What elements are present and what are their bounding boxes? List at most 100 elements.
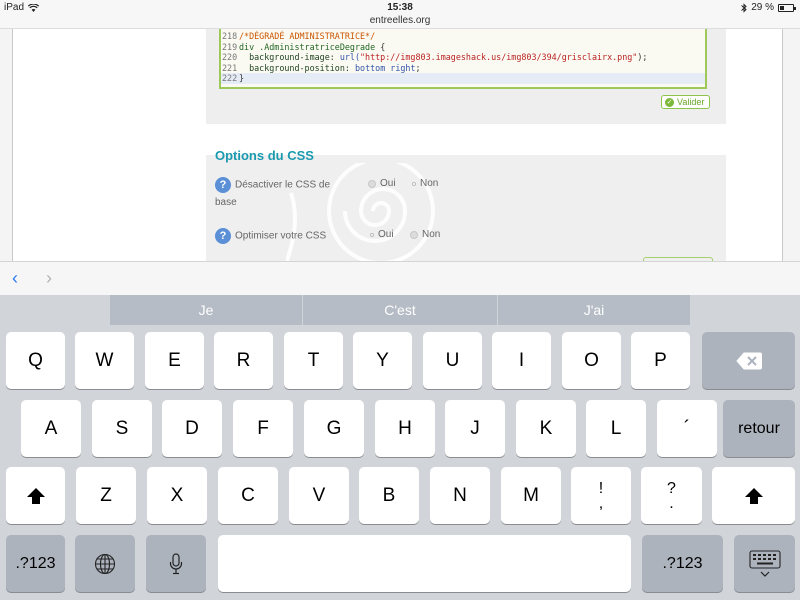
- option-label: Optimiser votre CSS: [235, 230, 327, 242]
- valider-button[interactable]: ✓ Valider: [661, 95, 711, 109]
- key-row3-5[interactable]: N: [430, 467, 490, 524]
- radio-non-1[interactable]: Non: [412, 178, 438, 189]
- key-row1-3[interactable]: R: [214, 332, 273, 389]
- radio-non-2[interactable]: Non: [410, 229, 440, 240]
- key-row2-5[interactable]: H: [375, 400, 435, 457]
- css-options-panel: [206, 155, 726, 261]
- radio-label: Non: [420, 178, 439, 189]
- key-row1-9[interactable]: P: [631, 332, 690, 389]
- radio-label: Oui: [378, 229, 394, 240]
- suggestion-1[interactable]: Je: [110, 295, 302, 325]
- web-content: 218/*DÉGRADÉ ADMINISTRATRICE*/219 div .Ad…: [0, 29, 800, 261]
- key-row2-9[interactable]: ´: [657, 400, 717, 457]
- left-column: [13, 29, 193, 261]
- key-top-glyph: !: [598, 479, 604, 497]
- dictation-key[interactable]: [146, 535, 206, 592]
- key-row3-3[interactable]: V: [289, 467, 349, 524]
- key-row1-6[interactable]: U: [423, 332, 482, 389]
- key-row2-1[interactable]: S: [92, 400, 152, 457]
- valider-label: Valider: [677, 97, 705, 107]
- key-row1-7[interactable]: I: [492, 332, 551, 389]
- help-icon[interactable]: ?: [215, 177, 231, 193]
- suggestion-2[interactable]: C'est: [303, 295, 497, 325]
- keyboard: Je C'est J'ai .?123 .?123 retour ! , ? .…: [0, 295, 800, 600]
- globe-key[interactable]: [75, 535, 135, 592]
- key-row1-2[interactable]: E: [145, 332, 204, 389]
- key-top-glyph: ?: [667, 479, 676, 497]
- status-right: 29 %: [741, 2, 796, 13]
- battery-icon: [778, 3, 796, 12]
- option-label-line2: base: [215, 197, 237, 208]
- space-bar[interactable]: [218, 535, 631, 592]
- key-row2-2[interactable]: D: [162, 400, 222, 457]
- shift-key-left[interactable]: [6, 467, 65, 524]
- css-code-editor[interactable]: 218/*DÉGRADÉ ADMINISTRATRICE*/219 div .Ad…: [219, 29, 707, 89]
- code-line: 222}: [221, 73, 705, 84]
- status-bar: iPad 15:38 29 %: [0, 0, 800, 16]
- url-bar[interactable]: entreelles.org: [0, 15, 800, 29]
- shift-icon: [26, 487, 45, 504]
- key-row3-4[interactable]: B: [359, 467, 419, 524]
- form-nav-bar: ‹ ›: [0, 261, 800, 295]
- code-token: }: [239, 73, 245, 83]
- battery-percent: 29 %: [751, 2, 774, 13]
- key-row1-1[interactable]: W: [75, 332, 134, 389]
- line-number: 219: [222, 41, 238, 52]
- option-label: Désactiver le CSS de: [235, 179, 331, 191]
- delete-key[interactable]: [702, 332, 795, 389]
- radio-circle-selected: [412, 181, 416, 186]
- option-optimize-css: ? Optimiser votre CSS: [215, 228, 326, 244]
- option-label-continued: base: [215, 197, 237, 208]
- key-bottom-glyph: ,: [598, 494, 604, 512]
- code-line: 218/*DÉGRADÉ ADMINISTRATRICE*/: [221, 31, 705, 42]
- numbers-key-left[interactable]: .?123: [6, 535, 65, 592]
- hide-keyboard-key[interactable]: [734, 535, 795, 592]
- numbers-key-right[interactable]: .?123: [642, 535, 723, 592]
- key-row2-6[interactable]: J: [445, 400, 505, 457]
- clock: 15:38: [387, 2, 413, 13]
- key-row1-5[interactable]: Y: [353, 332, 412, 389]
- keyboard-dismiss-icon: [748, 549, 781, 577]
- key-row2-7[interactable]: K: [516, 400, 576, 457]
- suggestion-bar: Je C'est J'ai: [0, 295, 800, 325]
- right-divider: [782, 29, 783, 261]
- right-column: [735, 29, 782, 261]
- key-row3-1[interactable]: X: [147, 467, 207, 524]
- code-line: 219 div .AdministratriceDegrade {: [221, 42, 705, 53]
- code-token: bottom right: [354, 62, 416, 73]
- help-icon[interactable]: ?: [215, 228, 231, 244]
- radio-oui-2[interactable]: Oui: [370, 229, 394, 240]
- radio-circle: [368, 179, 376, 188]
- code-token: "http://img803.imageshack.us/img803/394/…: [360, 52, 638, 62]
- key-row2-0[interactable]: A: [21, 400, 81, 457]
- code-token: div .AdministratriceDegrade: [239, 41, 381, 52]
- line-number: 220: [222, 52, 238, 62]
- key-row3-2[interactable]: C: [218, 467, 278, 524]
- code-token: ;: [415, 62, 421, 73]
- next-field-button[interactable]: ›: [46, 269, 52, 287]
- options-section-title: Options du CSS: [215, 148, 314, 163]
- suggestion-3[interactable]: J'ai: [498, 295, 690, 325]
- key-row1-8[interactable]: O: [562, 332, 621, 389]
- key-row3-0[interactable]: Z: [76, 467, 136, 524]
- check-icon: ✓: [665, 97, 674, 107]
- code-token: url(: [339, 52, 361, 62]
- code-token: {: [380, 41, 386, 52]
- radio-oui-1[interactable]: Oui: [368, 178, 396, 189]
- radio-circle: [410, 230, 418, 239]
- key-row2-8[interactable]: L: [586, 400, 646, 457]
- return-key[interactable]: retour: [723, 400, 795, 457]
- code-token: /*DÉGRADÉ ADMINISTRATRICE*/: [239, 31, 376, 41]
- previous-field-button[interactable]: ‹: [12, 269, 18, 287]
- key-row3-6[interactable]: M: [501, 467, 561, 524]
- backspace-icon: [735, 352, 762, 369]
- shift-key-right[interactable]: [712, 467, 795, 524]
- key-row1-4[interactable]: T: [284, 332, 343, 389]
- key-row2-4[interactable]: G: [304, 400, 364, 457]
- question-period-key[interactable]: ? .: [641, 467, 702, 524]
- code-token: background-image:: [239, 52, 340, 62]
- radio-label: Oui: [380, 178, 396, 189]
- key-row2-3[interactable]: F: [233, 400, 293, 457]
- key-row1-0[interactable]: Q: [6, 332, 65, 389]
- exclamation-comma-key[interactable]: ! ,: [571, 467, 631, 524]
